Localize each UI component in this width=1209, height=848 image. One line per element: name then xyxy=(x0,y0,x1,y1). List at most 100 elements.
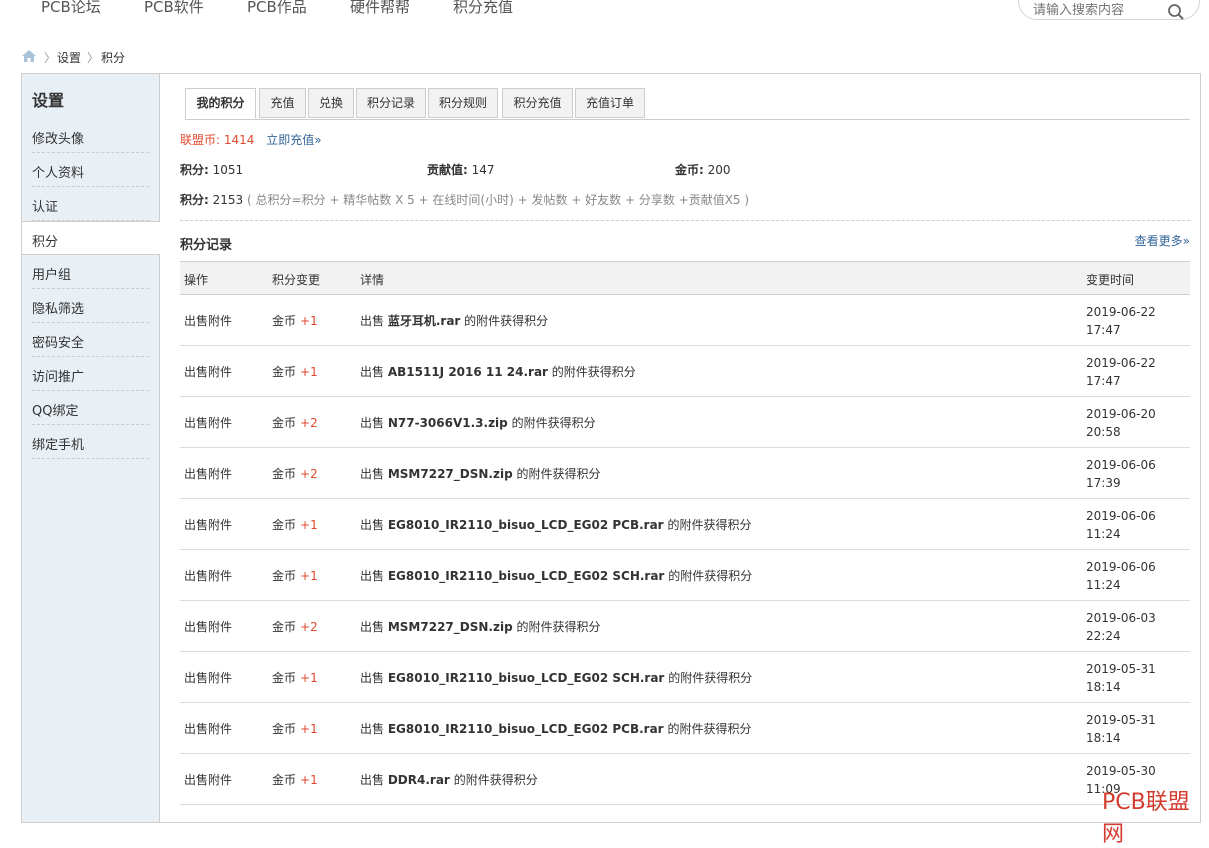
row-file-name: AB1511J 2016 11 24.rar xyxy=(387,365,548,379)
nav-pcb-forum[interactable]: PCB论坛 xyxy=(41,0,101,17)
row-detail-suffix: 的附件获得积分 xyxy=(516,620,601,634)
row-delta: +1 xyxy=(300,773,318,787)
row-detail-prefix: 出售 xyxy=(360,569,385,583)
search-icon[interactable] xyxy=(1167,3,1185,21)
row-file-name: N77-3066V1.3.zip xyxy=(387,416,508,430)
breadcrumb-separator: 〉 xyxy=(87,51,100,65)
row-date: 2019-06-22 xyxy=(1086,305,1156,319)
row-detail: 出售 MSM7227_DSN.zip 的附件获得积分 xyxy=(360,618,601,635)
col-header-operation: 操作 xyxy=(184,273,209,287)
stat-label: 积分: xyxy=(180,163,209,177)
row-currency: 金币 xyxy=(272,671,297,685)
stat-label: 金币: xyxy=(675,163,704,177)
sidebar-item-password[interactable]: 密码安全 xyxy=(22,323,159,357)
row-change: 金币 +2 xyxy=(272,618,318,635)
nav-hardware-help[interactable]: 硬件帮帮 xyxy=(350,0,410,17)
row-date: 2019-05-31 xyxy=(1086,662,1156,676)
nav-pcb-software[interactable]: PCB软件 xyxy=(144,0,204,17)
tab-bar: 我的积分 充值 兑换 积分记录 积分规则 积分充值 充值订单 xyxy=(185,88,1190,120)
row-clock: 22:24 xyxy=(1086,629,1121,643)
row-detail: 出售 AB1511J 2016 11 24.rar 的附件获得积分 xyxy=(360,363,636,380)
row-operation: 出售附件 xyxy=(184,314,233,328)
stat-value: 1051 xyxy=(212,163,244,177)
row-operation: 出售附件 xyxy=(184,365,233,379)
sidebar-item-label: 认证 xyxy=(32,200,59,215)
row-detail-prefix: 出售 xyxy=(360,467,385,481)
table-row: 出售附件 金币 +2 出售 MSM7227_DSN.zip 的附件获得积分 2019-0… xyxy=(180,448,1190,499)
sidebar-item-credits[interactable]: 积分 xyxy=(22,221,160,255)
sidebar-item-usergroup[interactable]: 用户组 xyxy=(22,255,159,289)
row-file-name: EG8010_IR2110_bisuo_LCD_EG02 SCH.rar xyxy=(387,569,665,583)
row-detail-suffix: 的附件获得积分 xyxy=(464,314,549,328)
search-box xyxy=(1018,0,1200,20)
row-time: 2019-06-06 11:24 xyxy=(1086,558,1156,594)
row-delta: +1 xyxy=(300,722,318,736)
tab-recharge-orders[interactable]: 充值订单 xyxy=(575,88,645,118)
nav-pcb-works[interactable]: PCB作品 xyxy=(247,0,307,17)
row-change: 金币 +2 xyxy=(272,465,318,482)
watermark: PCB联盟网 xyxy=(1102,790,1190,847)
sidebar-item-label: 绑定手机 xyxy=(32,438,85,453)
recharge-now-link[interactable]: 立即充值» xyxy=(266,133,321,147)
row-delta: +2 xyxy=(300,620,318,634)
table-row: 出售附件 金币 +2 出售 N77-3066V1.3.zip 的附件获得积分 2019-… xyxy=(180,397,1190,448)
tab-credit-recharge[interactable]: 积分充值 xyxy=(502,88,573,118)
row-detail-prefix: 出售 xyxy=(360,722,385,736)
row-detail: 出售 DDR4.rar 的附件获得积分 xyxy=(360,771,538,788)
tab-credit-log[interactable]: 积分记录 xyxy=(356,88,426,118)
row-detail-suffix: 的附件获得积分 xyxy=(453,773,538,787)
row-time: 2019-05-31 18:14 xyxy=(1086,711,1156,747)
row-operation: 出售附件 xyxy=(184,620,233,634)
tab-exchange[interactable]: 兑换 xyxy=(308,88,354,118)
row-file-name: DDR4.rar xyxy=(387,773,450,787)
breadcrumb-credits[interactable]: 积分 xyxy=(101,49,125,66)
row-change: 金币 +1 xyxy=(272,312,318,329)
col-header-detail: 详情 xyxy=(360,273,385,287)
sidebar-item-label: 修改头像 xyxy=(32,132,85,147)
row-detail-suffix: 的附件获得积分 xyxy=(511,416,596,430)
row-date: 2019-06-03 xyxy=(1086,611,1156,625)
row-detail: 出售 EG8010_IR2110_bisuo_LCD_EG02 PCB.rar … xyxy=(360,720,751,737)
row-operation: 出售附件 xyxy=(184,671,233,685)
row-time: 2019-05-31 18:14 xyxy=(1086,660,1156,696)
row-date: 2019-06-06 xyxy=(1086,458,1156,472)
row-detail: 出售 MSM7227_DSN.zip 的附件获得积分 xyxy=(360,465,601,482)
tab-recharge[interactable]: 充值 xyxy=(259,88,306,118)
sidebar-item-phone[interactable]: 绑定手机 xyxy=(22,425,159,459)
table-row: 出售附件 金币 +1 出售 EG8010_IR2110_bisuo_LCD_EG02 … xyxy=(180,499,1190,550)
nav-credit-recharge[interactable]: 积分充值 xyxy=(453,0,513,17)
table-row: 出售附件 金币 +1 出售 EG8010_IR2110_bisuo_LCD_EG02 … xyxy=(180,550,1190,601)
row-change: 金币 +1 xyxy=(272,363,318,380)
row-currency: 金币 xyxy=(272,518,297,532)
sidebar-title: 设置 xyxy=(32,91,65,110)
tab-my-credits[interactable]: 我的积分 xyxy=(185,88,256,119)
row-currency: 金币 xyxy=(272,314,297,328)
sidebar-item-verify[interactable]: 认证 xyxy=(22,187,159,221)
stat-value: 200 xyxy=(707,163,731,177)
divider xyxy=(32,458,149,459)
sidebar: 设置 修改头像 个人资料 认证 积分 用户组 隐私筛选 密码安全 访问推广 QQ… xyxy=(22,74,160,822)
sidebar-item-promotion[interactable]: 访问推广 xyxy=(22,357,159,391)
sidebar-item-label: QQ绑定 xyxy=(32,404,79,419)
row-operation: 出售附件 xyxy=(184,416,233,430)
row-date: 2019-06-06 xyxy=(1086,560,1156,574)
breadcrumb-settings[interactable]: 设置 xyxy=(57,49,81,66)
tab-credit-rules[interactable]: 积分规则 xyxy=(428,88,498,118)
row-change: 金币 +1 xyxy=(272,516,318,533)
top-nav: PCB论坛 PCB软件 PCB作品 硬件帮帮 积分充值 xyxy=(0,0,1209,20)
total-formula: ( 总积分=积分 + 精华帖数 X 5 + 在线时间(小时) + 发帖数 + 好… xyxy=(247,193,750,207)
row-clock: 17:39 xyxy=(1086,476,1121,490)
row-delta: +1 xyxy=(300,671,318,685)
row-clock: 18:14 xyxy=(1086,731,1121,745)
sidebar-item-privacy[interactable]: 隐私筛选 xyxy=(22,289,159,323)
sidebar-item-avatar[interactable]: 修改头像 xyxy=(22,119,159,153)
row-detail-suffix: 的附件获得积分 xyxy=(516,467,601,481)
search-input[interactable] xyxy=(1033,3,1153,18)
view-more-link[interactable]: 查看更多» xyxy=(1135,232,1190,249)
row-currency: 金币 xyxy=(272,365,297,379)
sidebar-item-qq[interactable]: QQ绑定 xyxy=(22,391,159,425)
row-delta: +2 xyxy=(300,467,318,481)
home-icon[interactable] xyxy=(22,50,36,65)
sidebar-item-profile[interactable]: 个人资料 xyxy=(22,153,159,187)
row-file-name: MSM7227_DSN.zip xyxy=(387,467,513,481)
